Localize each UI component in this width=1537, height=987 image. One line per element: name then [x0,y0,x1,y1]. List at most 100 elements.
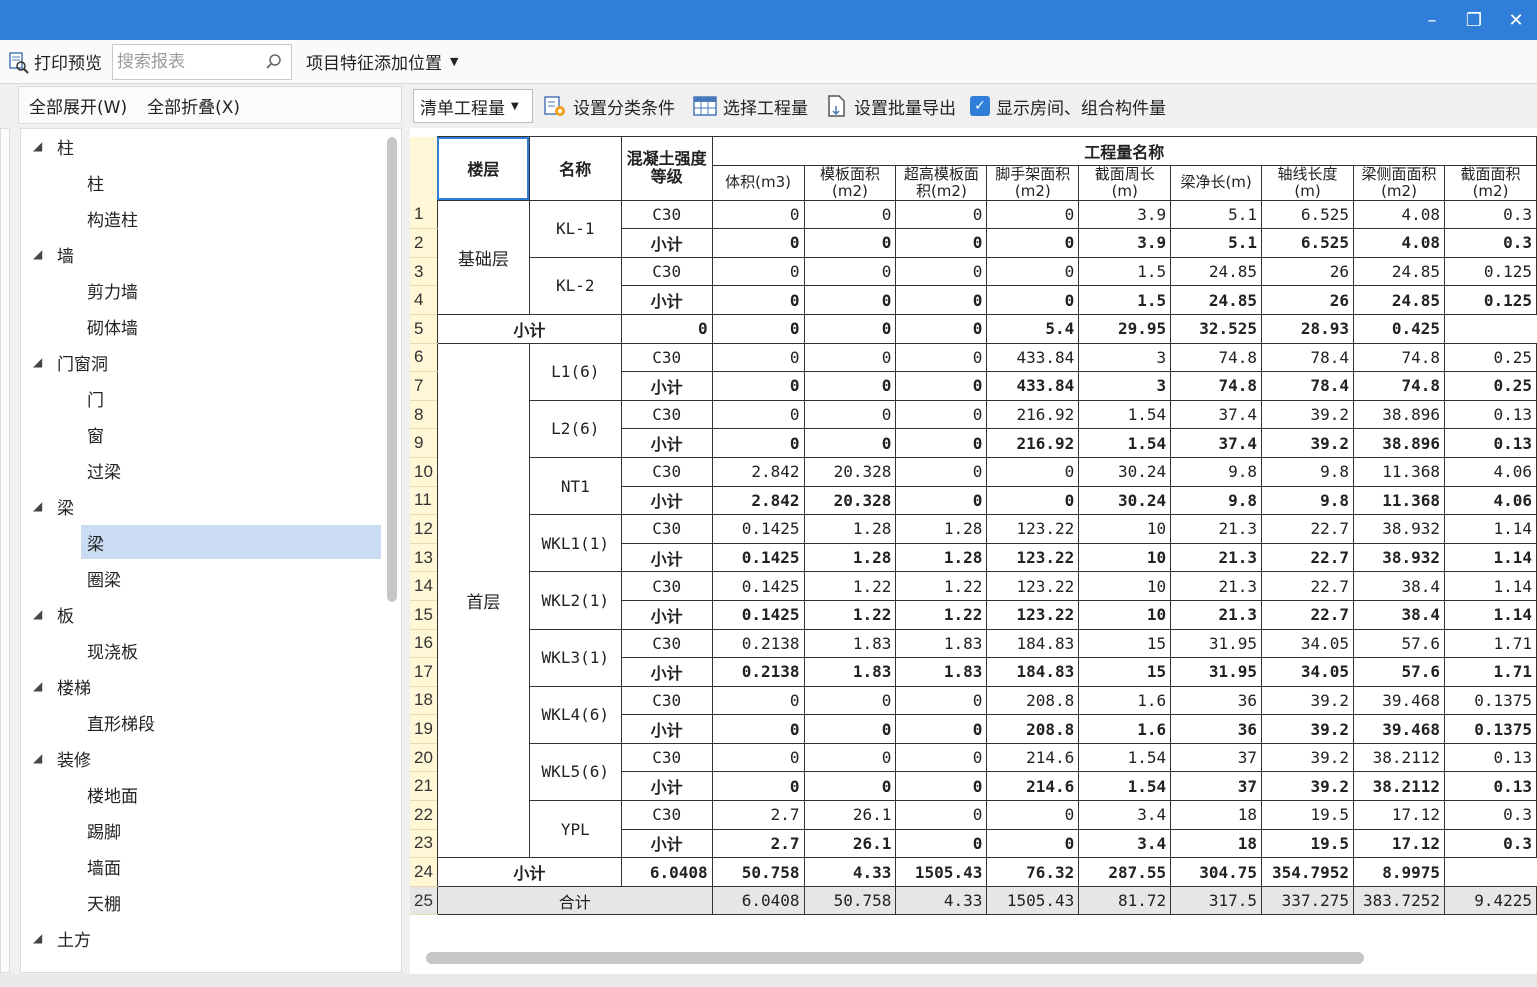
quantity-cell[interactable]: 10 [1078,542,1172,573]
quantity-cell[interactable]: 0 [803,685,897,716]
quantity-cell[interactable]: 38.932 [1353,542,1445,573]
header-quantity-column[interactable]: 超高模板面积(m2) [895,164,988,201]
quantity-cell[interactable]: 0.1425 [711,542,805,573]
quantity-cell[interactable]: 10 [1078,514,1172,544]
quantity-cell[interactable]: 37.4 [1170,428,1263,458]
quantity-cell[interactable]: 4.06 [1444,456,1537,487]
table-row[interactable]: 14 WKL2(1) C30 0.1425 1.22 1.22 123.22 10 21.3 22… [410,571,1537,630]
quantity-cell[interactable]: 0 [986,828,1080,859]
quantity-cell[interactable]: 24.85 [1353,256,1445,287]
quantity-cell[interactable]: 6.525 [1261,228,1355,258]
expand-triangle-icon[interactable]: ◢ [33,679,42,693]
feature-position-dropdown[interactable]: 项目特征添加位置 ▼ [300,46,464,78]
quantity-cell[interactable]: 57.6 [1353,628,1445,659]
quantity-cell[interactable]: 81.72 [1078,885,1172,916]
quantity-cell[interactable]: 38.932 [1353,514,1445,544]
subtotal-label[interactable]: 小计 [620,599,713,630]
quantity-cell[interactable]: 1.28 [803,514,897,544]
quantity-cell[interactable]: 31.95 [1170,628,1263,659]
quantity-cell[interactable]: 38.896 [1353,428,1445,458]
quantity-cell[interactable]: 1505.43 [986,885,1080,916]
header-grade[interactable]: 混凝土强度等级 [620,136,713,201]
quantity-cell[interactable]: 1.83 [803,628,897,659]
quantity-cell[interactable]: 20.328 [803,456,897,487]
quantity-cell[interactable]: 1.14 [1444,514,1537,544]
tree-scrollbar-thumb[interactable] [387,137,397,602]
quantity-cell[interactable]: 0.125 [1444,285,1537,315]
quantity-cell[interactable]: 21.3 [1170,599,1263,630]
quantity-cell[interactable]: 30.24 [1078,456,1172,487]
quantity-cell[interactable]: 4.06 [1444,485,1537,516]
subtotal-label[interactable]: 小计 [620,714,713,744]
table-row[interactable]: 6 首层 L1(6) C30 0 0 0 433.84 3 74.8 78.4 74.8 0.25 [410,342,1537,859]
quantity-cell[interactable]: 9.8 [1261,485,1355,516]
quantity-cell[interactable]: 22.7 [1261,514,1355,544]
quantity-cell[interactable]: 21.3 [1170,571,1263,601]
quantity-cell[interactable]: 37.4 [1170,399,1263,430]
quantity-cell[interactable]: 123.22 [986,599,1080,630]
header-quantity-column[interactable]: 体积(m3) [711,164,805,201]
table-row[interactable]: 1 基础层 KL-1 C30 0 0 0 0 3.9 5.1 6.525 4.08 0.3 [410,199,1537,315]
quantity-type-dropdown[interactable]: 清单工程量 ▼ [413,89,533,123]
table-row[interactable]: 25 合计 6.0408 50.758 4.33 1505.43 81.72 317.5 337… [410,885,1537,916]
floor-cell[interactable]: 基础层 [436,199,530,315]
quantity-cell[interactable]: 74.8 [1353,371,1445,401]
quantity-cell[interactable]: 31.95 [1170,657,1263,687]
quantity-cell[interactable]: 1.71 [1444,628,1537,659]
quantity-cell[interactable]: 0 [986,285,1080,315]
quantity-cell[interactable]: 0 [711,285,805,315]
tree-item[interactable]: 构造柱 [21,201,401,235]
quantity-cell[interactable]: 2.842 [711,485,805,516]
quantity-cell[interactable]: 18 [1170,800,1263,830]
quantity-cell[interactable]: 18 [1170,828,1263,859]
quantity-cell[interactable]: 0 [803,771,897,802]
subtotal-label[interactable]: 小计 [620,228,713,258]
quantity-cell[interactable]: 9.8 [1170,485,1263,516]
quantity-cell[interactable]: 11.368 [1353,456,1445,487]
quantity-cell[interactable]: 22.7 [1261,571,1355,601]
header-quantity-column[interactable]: 梁净长(m) [1170,164,1263,201]
quantity-cell[interactable]: 0.1425 [711,514,805,544]
quantity-cell[interactable]: 57.6 [1353,657,1445,687]
quantity-cell[interactable]: 26 [1261,285,1355,315]
quantity-cell[interactable]: 1.22 [895,571,988,601]
quantity-cell[interactable]: 39.2 [1261,742,1355,773]
quantity-cell[interactable]: 1.83 [895,628,988,659]
quantity-cell[interactable]: 4.08 [1353,228,1445,258]
quantity-cell[interactable]: 0 [895,742,988,773]
quantity-cell[interactable]: 0 [711,342,805,373]
quantity-cell[interactable]: 5.1 [1170,228,1263,258]
quantity-cell[interactable]: 1505.43 [895,857,988,887]
quantity-cell[interactable]: 74.8 [1353,342,1445,373]
header-quantity-column[interactable]: 脚手架面积(m2) [986,164,1080,201]
quantity-cell[interactable]: 28.93 [1261,313,1355,344]
quantity-cell[interactable]: 0 [803,399,897,430]
subtotal-label[interactable]: 小计 [620,485,713,516]
quantity-cell[interactable]: 26 [1261,256,1355,287]
quantity-cell[interactable]: 0 [711,685,805,716]
minimize-icon[interactable]: – [1411,0,1453,40]
header-quantity-column[interactable]: 梁侧面面积(m2) [1353,164,1445,201]
quantity-cell[interactable]: 123.22 [986,514,1080,544]
tree-item[interactable]: 过梁 [21,453,401,487]
quantity-cell[interactable]: 5.4 [986,313,1080,344]
component-name-cell[interactable]: WKL2(1) [528,571,622,630]
quantity-cell[interactable]: 0.3 [1444,828,1537,859]
quantity-cell[interactable]: 17.12 [1353,800,1445,830]
component-name-cell[interactable]: L1(6) [528,342,622,401]
quantity-cell[interactable]: 0.13 [1444,428,1537,458]
quantity-cell[interactable]: 1.54 [1078,742,1172,773]
quantity-cell[interactable]: 39.2 [1261,714,1355,744]
tree-item[interactable]: 柱 [21,165,401,199]
quantity-cell[interactable]: 2.842 [711,456,805,487]
quantity-cell[interactable]: 0 [986,199,1080,230]
quantity-cell[interactable]: 22.7 [1261,599,1355,630]
quantity-cell[interactable]: 32.525 [1170,313,1263,344]
quantity-cell[interactable]: 0.13 [1444,399,1537,430]
quantity-cell[interactable]: 0.3 [1444,228,1537,258]
quantity-cell[interactable]: 1.54 [1078,771,1172,802]
quantity-cell[interactable]: 0 [895,228,988,258]
header-quantity-column[interactable]: 截面周长(m) [1078,164,1172,201]
quantity-cell[interactable]: 214.6 [986,771,1080,802]
quantity-cell[interactable]: 1.71 [1444,657,1537,687]
